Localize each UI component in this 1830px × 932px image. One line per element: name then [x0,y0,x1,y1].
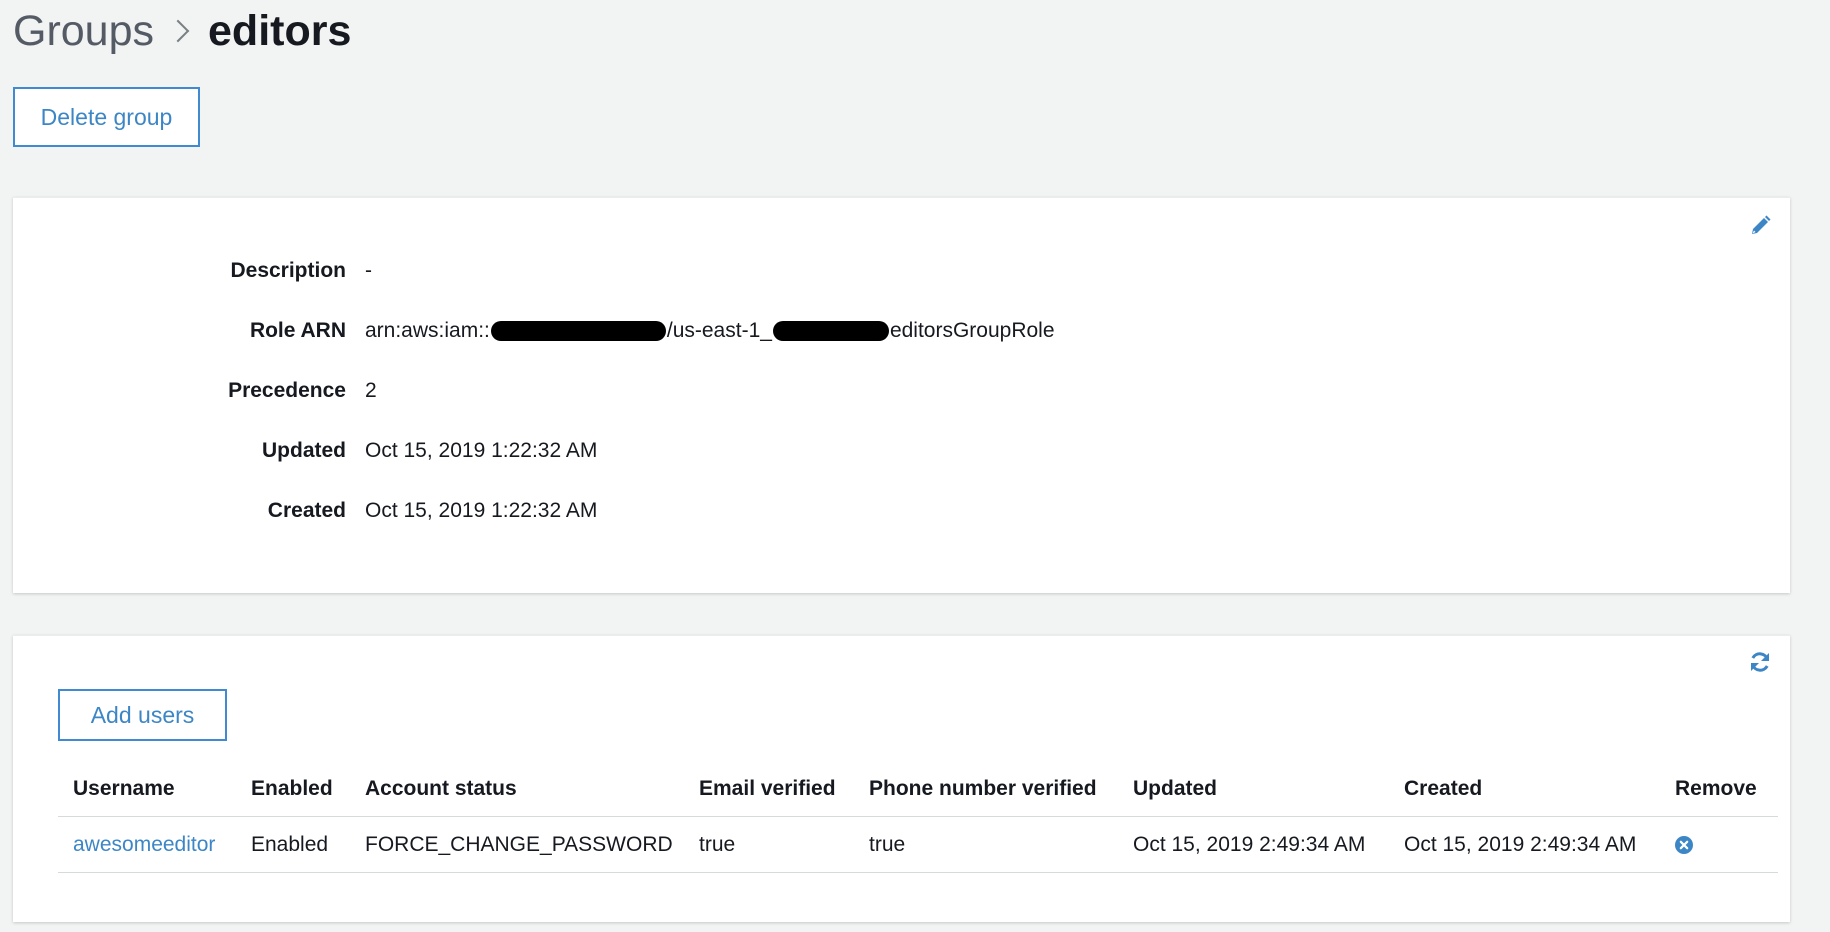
delete-group-button[interactable]: Delete group [13,87,200,147]
column-header-created[interactable]: Created [1389,761,1660,817]
column-header-phone-verified[interactable]: Phone number verified [854,761,1118,817]
detail-row-precedence: Precedence 2 [13,376,1713,406]
role-arn-suffix: editorsGroupRole [889,319,1055,342]
cell-updated: Oct 15, 2019 2:49:34 AM [1118,816,1389,873]
column-header-remove: Remove [1660,761,1778,817]
column-header-updated[interactable]: Updated [1118,761,1389,817]
cell-username: awesomeeditor [58,816,236,873]
column-header-account-status[interactable]: Account status [350,761,684,817]
redacted-pool-id [772,321,889,341]
cell-created: Oct 15, 2019 2:49:34 AM [1389,816,1660,873]
add-users-button[interactable]: Add users [58,689,227,741]
cell-email-verified: true [684,816,854,873]
remove-circle-icon[interactable] [1675,835,1693,854]
column-header-username[interactable]: Username [58,761,236,817]
group-details-card: Description - Role ARN arn:aws:iam:: /us… [13,197,1790,593]
detail-row-created: Created Oct 15, 2019 1:22:32 AM [13,496,1713,526]
role-arn-middle: /us-east-1_ [666,319,772,342]
description-value: - [365,259,372,282]
username-link[interactable]: awesomeeditor [73,833,215,856]
column-header-enabled[interactable]: Enabled [236,761,350,817]
table-row: awesomeeditor Enabled FORCE_CHANGE_PASSW… [58,816,1778,873]
breadcrumb: Groups editors [13,4,351,58]
detail-row-updated: Updated Oct 15, 2019 1:22:32 AM [13,436,1713,466]
refresh-icon[interactable] [1748,650,1772,674]
updated-label: Updated [262,439,346,462]
breadcrumb-groups-link[interactable]: Groups [13,7,154,56]
detail-row-description: Description - [13,256,1713,286]
pencil-icon[interactable] [1748,214,1772,238]
users-table: Username Enabled Account status Email ve… [58,761,1778,873]
redacted-account-id [490,321,666,341]
updated-value: Oct 15, 2019 1:22:32 AM [365,439,598,462]
chevron-right-icon [166,19,190,43]
column-header-email-verified[interactable]: Email verified [684,761,854,817]
precedence-value: 2 [365,379,377,402]
role-arn-label: Role ARN [249,319,346,342]
role-arn-value: arn:aws:iam:: /us-east-1_ editorsGroupRo… [365,319,1055,343]
cell-remove [1660,816,1778,873]
role-arn-prefix: arn:aws:iam:: [365,319,490,342]
detail-row-role-arn: Role ARN arn:aws:iam:: /us-east-1_ edito… [13,316,1713,346]
created-value: Oct 15, 2019 1:22:32 AM [365,499,598,522]
table-header-row: Username Enabled Account status Email ve… [58,761,1778,817]
created-label: Created [267,499,346,522]
group-users-card: Add users Username Enabled Account statu… [13,635,1790,922]
group-detail-page: Groups editors Delete group Description … [0,0,1830,932]
precedence-label: Precedence [228,379,346,402]
cell-enabled: Enabled [236,816,350,873]
cell-account-status: FORCE_CHANGE_PASSWORD [350,816,684,873]
cell-phone-verified: true [854,816,1118,873]
description-label: Description [230,259,346,282]
page-title: editors [208,6,352,55]
